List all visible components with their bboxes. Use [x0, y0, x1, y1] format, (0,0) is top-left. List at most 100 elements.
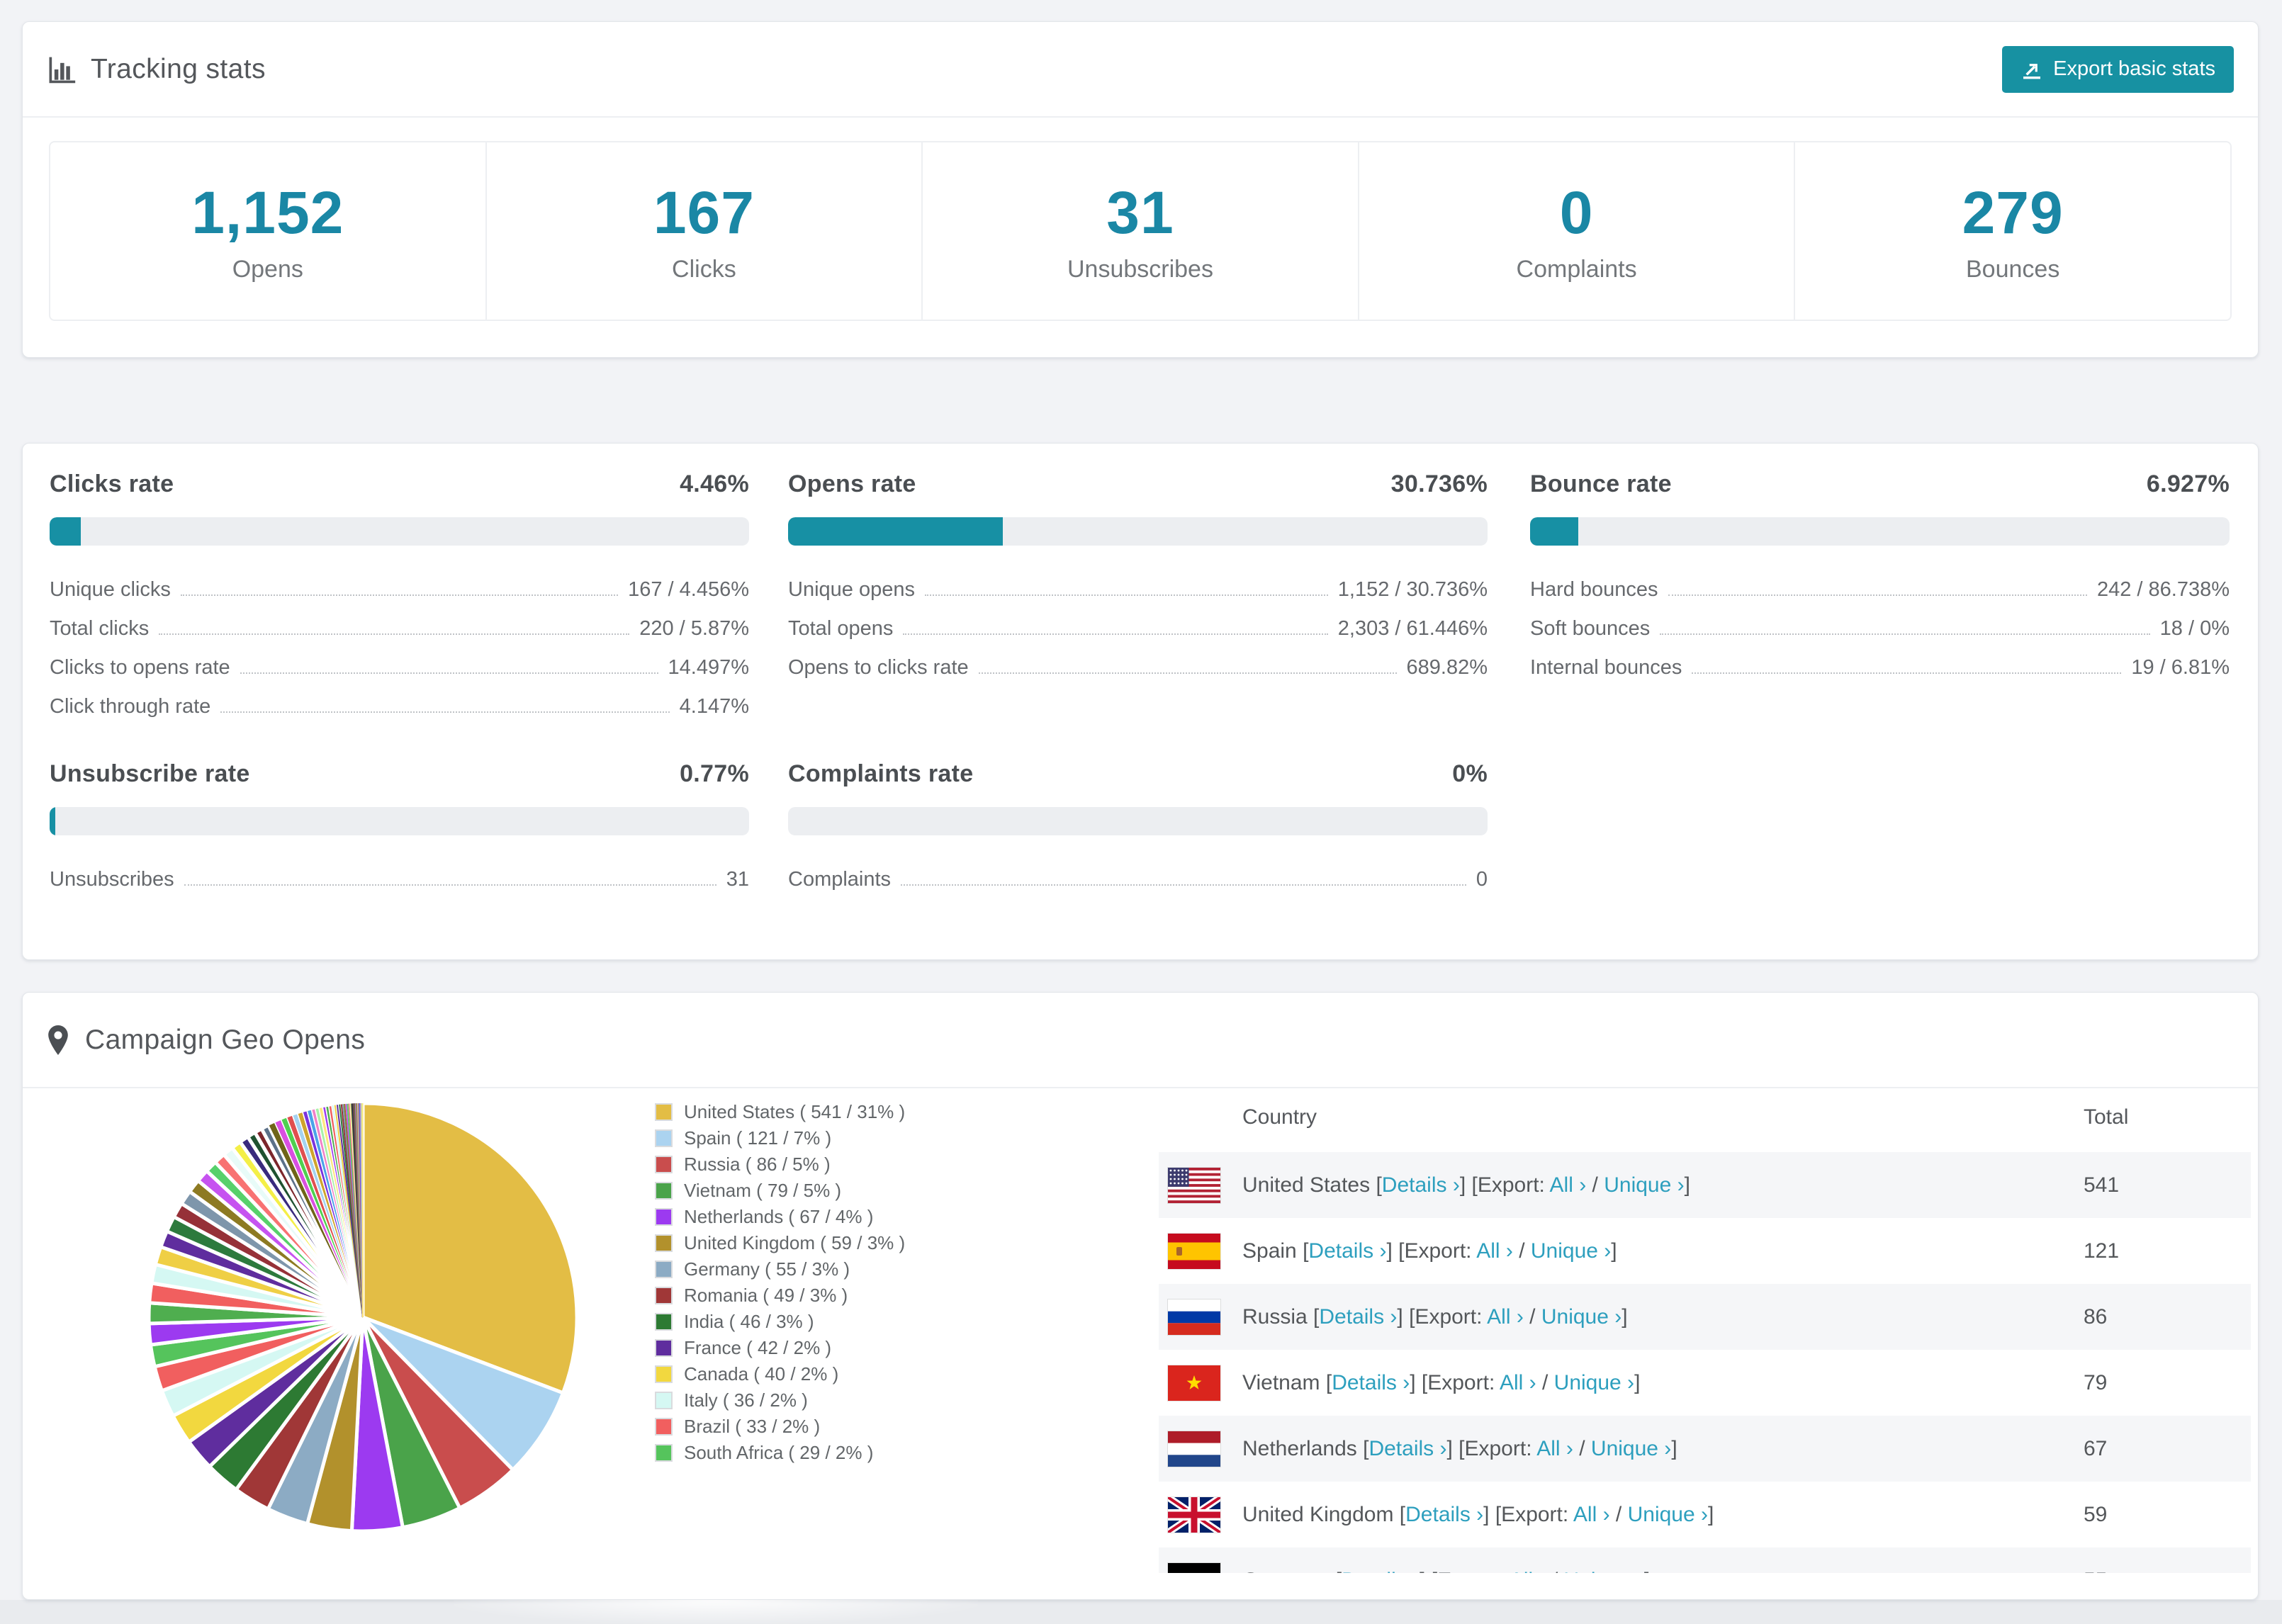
- rate-row: Hard bounces 242 / 86.738%: [1530, 578, 2230, 602]
- rate-row-label: Unique opens: [788, 578, 915, 601]
- export-unique-link[interactable]: Unique ›: [1591, 1437, 1671, 1460]
- rate-progress-fill: [788, 517, 1004, 546]
- map-pin-icon: [45, 1024, 71, 1056]
- page-title: Tracking stats: [91, 53, 266, 84]
- rate-row-value: 0: [1476, 868, 1488, 891]
- export-label: [Export:: [1421, 1370, 1500, 1394]
- legend-swatch: [655, 1156, 673, 1173]
- details-link[interactable]: Details ›: [1332, 1371, 1410, 1394]
- details-link[interactable]: Details ›: [1405, 1503, 1483, 1526]
- export-all-link[interactable]: All ›: [1510, 1569, 1546, 1574]
- tracking-stats-panel: Tracking stats Export basic stats 1,152 O…: [22, 21, 2259, 358]
- export-all-link[interactable]: All ›: [1476, 1239, 1513, 1263]
- country-cell: United States [Details ›] [Export: All ›…: [1242, 1173, 1690, 1197]
- rate-progress-bar: [1530, 517, 2230, 546]
- export-basic-stats-button[interactable]: Export basic stats: [2002, 45, 2234, 93]
- rate-progress-bar: [788, 807, 1488, 835]
- details-link[interactable]: Details ›: [1319, 1305, 1397, 1329]
- country-name: Spain: [1242, 1239, 1303, 1263]
- pie-legend: United States ( 541 / 31% ) Spain ( 121 /…: [655, 1099, 905, 1466]
- legend-label: United States ( 541 / 31% ): [684, 1101, 906, 1122]
- summary-label: Complaints: [1516, 256, 1637, 283]
- country-cell: Russia [Details ›] [Export: All › / Uniq…: [1242, 1305, 1628, 1329]
- legend-swatch: [655, 1392, 673, 1409]
- geo-header: Campaign Geo Opens: [23, 993, 2258, 1088]
- dotted-leader: [901, 884, 1466, 886]
- export-label: [Export:: [1432, 1569, 1510, 1574]
- table-row: Vietnam [Details ›] [Export: All › / Uni…: [1159, 1350, 2251, 1416]
- rate-row: Unique opens 1,152 / 30.736%: [788, 578, 1488, 602]
- rate-row-value: 1,152 / 30.736%: [1337, 578, 1488, 601]
- legend-swatch: [655, 1129, 673, 1147]
- details-link[interactable]: Details ›: [1342, 1569, 1420, 1574]
- rate-row-value: 14.497%: [668, 656, 750, 679]
- rate-title: Unsubscribe rate: [50, 760, 250, 787]
- table-row: United States [Details ›] [Export: All ›…: [1159, 1152, 2251, 1218]
- bracket: ]: [1644, 1569, 1650, 1574]
- table-header: Country Total: [1159, 1088, 2251, 1152]
- export-all-link[interactable]: All ›: [1536, 1437, 1573, 1460]
- summary-stat-bounces: 279 Bounces: [1795, 142, 2230, 320]
- summary-label: Bounces: [1966, 256, 2060, 283]
- dotted-leader: [1668, 594, 2087, 596]
- country-name: Netherlands: [1242, 1436, 1364, 1460]
- rate-row-value: 4.147%: [679, 695, 749, 718]
- export-all-link[interactable]: All ›: [1573, 1503, 1610, 1526]
- export-unique-link[interactable]: Unique ›: [1604, 1173, 1684, 1197]
- bracket: ]: [1420, 1569, 1432, 1574]
- summary-label: Unsubscribes: [1067, 256, 1213, 283]
- country-cell: Germany [Details ›] [Export: All › / Uni…: [1242, 1569, 1650, 1574]
- country-cell: Vietnam [Details ›] [Export: All › / Uni…: [1242, 1371, 1640, 1395]
- rate-progress-fill: [50, 807, 55, 835]
- rate-card-bounce: Bounce rate 6.927% Hard bounces 242 / 86.73…: [1530, 470, 2230, 695]
- geo-pie-chart: [142, 1096, 584, 1538]
- details-link[interactable]: Details ›: [1308, 1239, 1386, 1263]
- legend-swatch: [655, 1103, 673, 1121]
- export-all-link[interactable]: All ›: [1500, 1371, 1536, 1394]
- rate-row-value: 18 / 0%: [2159, 617, 2230, 640]
- bracket: ]: [1671, 1436, 1677, 1460]
- slash: /: [1536, 1370, 1554, 1394]
- export-unique-link[interactable]: Unique ›: [1531, 1239, 1611, 1263]
- export-unique-link[interactable]: Unique ›: [1554, 1371, 1634, 1394]
- legend-swatch: [655, 1234, 673, 1252]
- legend-item: Romania ( 49 / 3% ): [655, 1282, 905, 1309]
- rate-title: Complaints rate: [788, 760, 974, 787]
- export-unique-link[interactable]: Unique ›: [1628, 1503, 1708, 1526]
- flag-nl-icon: [1168, 1431, 1220, 1467]
- legend-item: Spain ( 121 / 7% ): [655, 1125, 905, 1151]
- legend-label: India ( 46 / 3% ): [684, 1311, 814, 1332]
- rate-row-value: 242 / 86.738%: [2096, 578, 2230, 601]
- legend-label: South Africa ( 29 / 2% ): [684, 1442, 874, 1463]
- details-link[interactable]: Details ›: [1382, 1173, 1460, 1197]
- rate-row: Clicks to opens rate 14.497%: [50, 656, 749, 680]
- details-link[interactable]: Details ›: [1368, 1437, 1446, 1460]
- export-icon: [2020, 58, 2043, 81]
- export-label: [Export:: [1409, 1304, 1488, 1329]
- legend-swatch: [655, 1261, 673, 1278]
- flag-us-icon: [1168, 1167, 1220, 1203]
- bracket: [: [1325, 1370, 1332, 1394]
- export-label: [Export:: [1495, 1502, 1573, 1526]
- rate-row: Complaints 0: [788, 868, 1488, 891]
- export-all-link[interactable]: All ›: [1550, 1173, 1587, 1197]
- export-unique-link[interactable]: Unique ›: [1541, 1305, 1621, 1329]
- flag-es-icon: [1168, 1233, 1220, 1269]
- bracket: ]: [1386, 1239, 1399, 1263]
- rate-row-label: Internal bounces: [1530, 656, 1682, 679]
- legend-label: Brazil ( 33 / 2% ): [684, 1416, 821, 1437]
- dotted-leader: [184, 884, 716, 886]
- pie-slice-other[interactable]: [361, 1103, 364, 1318]
- rate-progress-bar: [50, 807, 749, 835]
- rate-row: Opens to clicks rate 689.82%: [788, 656, 1488, 680]
- legend-label: Italy ( 36 / 2% ): [684, 1389, 808, 1411]
- export-unique-link[interactable]: Unique ›: [1564, 1569, 1644, 1574]
- rate-row-label: Soft bounces: [1530, 617, 1651, 640]
- rate-row-value: 167 / 4.456%: [628, 578, 749, 601]
- tracking-stats-header: Tracking stats Export basic stats: [23, 22, 2258, 118]
- export-all-link[interactable]: All ›: [1487, 1305, 1524, 1329]
- legend-label: United Kingdom ( 59 / 3% ): [684, 1232, 906, 1253]
- flag-vn-icon: [1168, 1365, 1220, 1401]
- rate-row-label: Total clicks: [50, 617, 150, 640]
- country-name: United States: [1242, 1173, 1376, 1197]
